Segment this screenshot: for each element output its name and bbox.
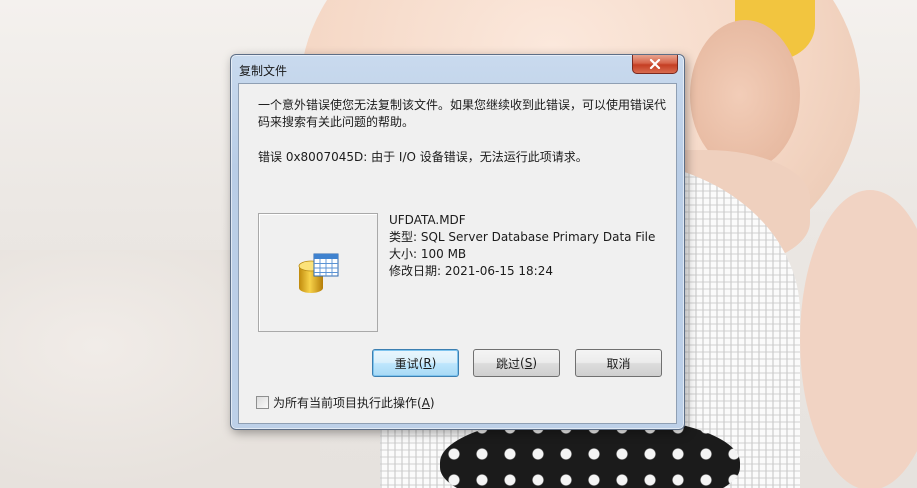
- file-details: UFDATA.MDF 类型: SQL Server Database Prima…: [389, 212, 655, 280]
- close-button[interactable]: [632, 55, 678, 74]
- close-icon: [649, 59, 661, 69]
- file-modified-date: 修改日期: 2021-06-15 18:24: [389, 264, 553, 278]
- sql-database-file-icon: [298, 253, 339, 293]
- apply-to-all-option[interactable]: 为所有当前项目执行此操作(A): [256, 394, 435, 411]
- apply-to-all-label: 为所有当前项目执行此操作: [273, 396, 418, 410]
- copy-file-error-dialog: 复制文件 一个意外错误使您无法复制该文件。如果您继续收到此错误，可以使用错误代码…: [230, 54, 685, 430]
- file-name: UFDATA.MDF: [389, 213, 466, 227]
- error-code-line: 错误 0x8007045D: 由于 I/O 设备错误，无法运行此项请求。: [258, 150, 588, 164]
- cancel-button-label: 取消: [606, 356, 631, 371]
- dialog-body: 一个意外错误使您无法复制该文件。如果您继续收到此错误，可以使用错误代码来搜索有关…: [238, 83, 677, 424]
- retry-button[interactable]: 重试(R): [372, 349, 459, 377]
- error-message: 一个意外错误使您无法复制该文件。如果您继续收到此错误，可以使用错误代码来搜索有关…: [258, 98, 667, 129]
- background-arm: [800, 190, 917, 488]
- title-bar[interactable]: 复制文件: [231, 55, 684, 83]
- retry-button-label: 重试: [394, 356, 419, 371]
- skip-mnemonic: S: [524, 356, 533, 370]
- file-type: 类型: SQL Server Database Primary Data Fil…: [389, 230, 656, 244]
- file-preview-frame: [258, 213, 378, 332]
- skip-button[interactable]: 跳过(S): [473, 349, 560, 377]
- background-ear: [690, 20, 800, 170]
- apply-to-all-mnemonic: A: [421, 395, 430, 410]
- apply-to-all-checkbox[interactable]: [256, 396, 269, 409]
- dialog-title: 复制文件: [239, 64, 288, 78]
- skip-button-label: 跳过: [495, 356, 520, 371]
- file-size: 大小: 100 MB: [389, 247, 467, 261]
- retry-mnemonic: R: [423, 356, 432, 370]
- cancel-button[interactable]: 取消: [575, 349, 662, 377]
